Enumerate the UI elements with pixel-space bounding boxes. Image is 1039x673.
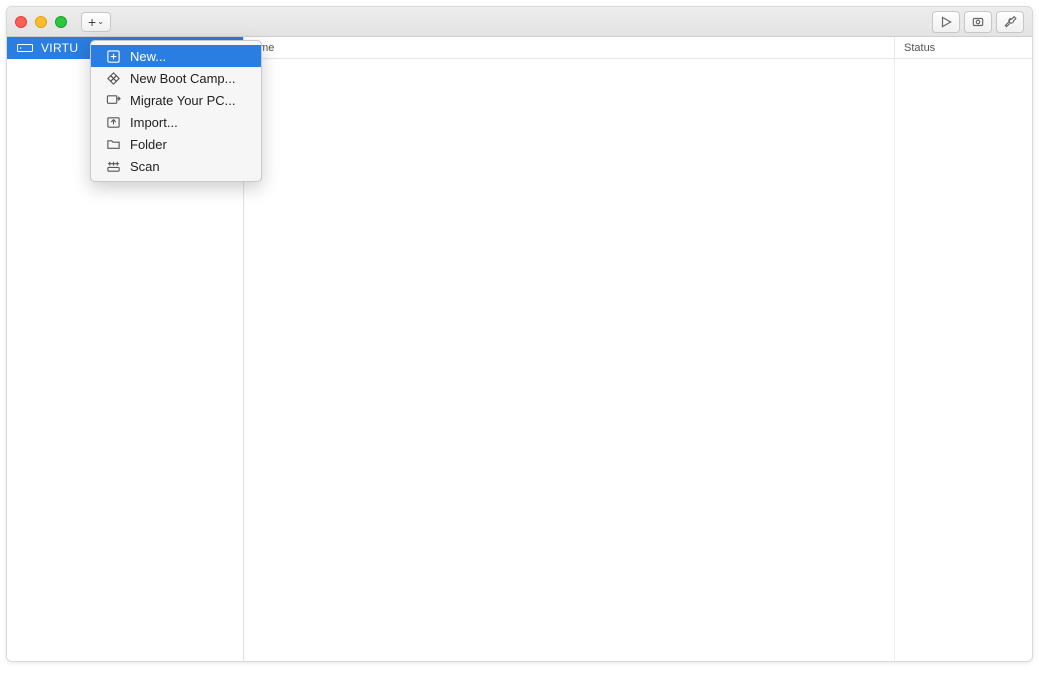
wrench-icon <box>1003 15 1017 29</box>
snapshot-button[interactable] <box>964 11 992 33</box>
play-icon <box>939 15 953 29</box>
snapshot-icon <box>971 15 985 29</box>
menu-item-label: Import... <box>130 115 178 130</box>
plus-icon: + <box>88 15 96 29</box>
menu-item-migrate-pc[interactable]: Migrate Your PC... <box>91 89 261 111</box>
chevron-down-icon: ⌄ <box>97 18 104 26</box>
table-body <box>244 59 1032 661</box>
play-button[interactable] <box>932 11 960 33</box>
menu-item-label: New... <box>130 49 166 64</box>
main-panel: ame Status <box>244 37 1032 661</box>
folder-icon <box>105 136 121 152</box>
close-window-button[interactable] <box>15 16 27 28</box>
toolbar-right <box>932 11 1024 33</box>
table-header: ame Status <box>244 37 1032 59</box>
app-window: + ⌄ VIRTU <box>6 6 1033 662</box>
import-icon <box>105 114 121 130</box>
sidebar-item-label: VIRTU <box>41 41 78 55</box>
menu-item-new[interactable]: New... <box>91 45 261 67</box>
bootcamp-icon <box>105 70 121 86</box>
menu-item-label: Folder <box>130 137 167 152</box>
menu-item-label: New Boot Camp... <box>130 71 236 86</box>
menu-item-folder[interactable]: Folder <box>91 133 261 155</box>
add-dropdown-menu: New... New Boot Camp... Migrate Your PC.… <box>90 40 262 182</box>
minimize-window-button[interactable] <box>35 16 47 28</box>
migrate-icon <box>105 92 121 108</box>
scan-icon <box>105 158 121 174</box>
table-name-area <box>244 59 895 661</box>
menu-item-new-bootcamp[interactable]: New Boot Camp... <box>91 67 261 89</box>
menu-item-import[interactable]: Import... <box>91 111 261 133</box>
traffic-lights <box>15 16 67 28</box>
hdd-icon <box>17 43 33 53</box>
settings-button[interactable] <box>996 11 1024 33</box>
titlebar: + ⌄ <box>7 7 1032 37</box>
table-status-area <box>895 59 1032 661</box>
add-dropdown-button[interactable]: + ⌄ <box>81 12 111 32</box>
column-header-name[interactable]: ame <box>244 37 895 58</box>
maximize-window-button[interactable] <box>55 16 67 28</box>
new-icon <box>105 48 121 64</box>
menu-item-scan[interactable]: Scan <box>91 155 261 177</box>
menu-item-label: Migrate Your PC... <box>130 93 236 108</box>
column-header-status[interactable]: Status <box>895 37 1032 58</box>
menu-item-label: Scan <box>130 159 160 174</box>
